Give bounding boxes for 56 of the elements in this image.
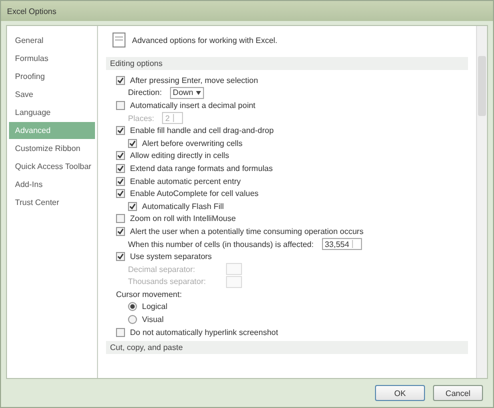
checkbox[interactable] [116,76,125,85]
option-label: Use system separators [130,252,212,262]
option-label: Decimal separator: [128,264,196,274]
checkbox[interactable] [116,126,125,136]
option-label: Visual [142,315,164,324]
sidebar-item[interactable]: Quick Access Toolbar [9,158,95,175]
sidebar-item[interactable]: General [9,32,95,49]
option-label: Logical [142,302,168,312]
option-label: Direction: [128,88,162,98]
options-icon [112,32,126,48]
option-label: Automatically Flash Fill [142,202,224,211]
option-label: After pressing Enter, move selection [130,76,258,85]
option-label: Enable AutoComplete for cell values [130,189,259,198]
radio-button[interactable] [128,315,137,324]
option-label: Extend data range formats and formulas [130,164,273,173]
checkbox[interactable] [128,202,137,211]
option-label: Alert before overwriting cells [142,138,242,148]
spinner-field[interactable]: 33,554 [322,238,362,250]
checkbox[interactable] [128,138,137,148]
section-header: Editing options [106,57,468,70]
option-label: Alert the user when a potentially time consuming operation occurs [130,226,364,236]
checkbox[interactable] [116,164,125,173]
option-label: When this number of cells (in thousands) is affected: [128,240,314,249]
dialog-button[interactable]: OK [375,385,425,401]
checkbox[interactable] [116,189,125,198]
dropdown[interactable]: Down [170,86,204,99]
checkbox[interactable] [116,100,125,110]
checkbox[interactable] [116,252,125,262]
checkbox[interactable] [116,328,125,337]
caret-icon [196,90,202,95]
option-label: Enable fill handle and cell drag-and-drop [130,126,274,136]
option-label: Enable automatic percent entry [130,176,241,186]
option-label: Do not automatically hyperlink screenshot [130,328,278,337]
header-text: Advanced options for working with Excel. [132,36,278,44]
sidebar-item[interactable]: Customize Ribbon [9,140,95,157]
option-label: Thousands separator: [128,277,207,286]
sidebar-item[interactable]: Proofing [9,68,95,85]
checkbox[interactable] [116,226,125,236]
option-label: Automatically insert a decimal point [130,100,256,110]
section-header: Cut, copy, and paste [106,341,468,354]
sidebar-item[interactable]: Trust Center [9,194,95,211]
radio-button[interactable] [128,302,137,312]
sidebar-item[interactable]: Language [9,104,95,121]
dialog-button[interactable]: Cancel [433,385,483,401]
checkbox[interactable] [116,151,125,160]
window-title: Excel Options [7,6,56,16]
checkbox[interactable] [116,214,125,224]
option-label: Zoom on roll with IntelliMouse [130,214,236,224]
group-label: Cursor movement: [116,290,182,299]
option-label: Places: [128,114,154,123]
sidebar-item[interactable]: Save [9,86,95,103]
checkbox[interactable] [116,176,125,186]
sidebar-item[interactable]: Formulas [9,50,95,67]
scroll-bar[interactable] [476,26,487,378]
sidebar-item[interactable]: Add-Ins [9,176,95,193]
option-label: Allow editing directly in cells [130,151,230,160]
